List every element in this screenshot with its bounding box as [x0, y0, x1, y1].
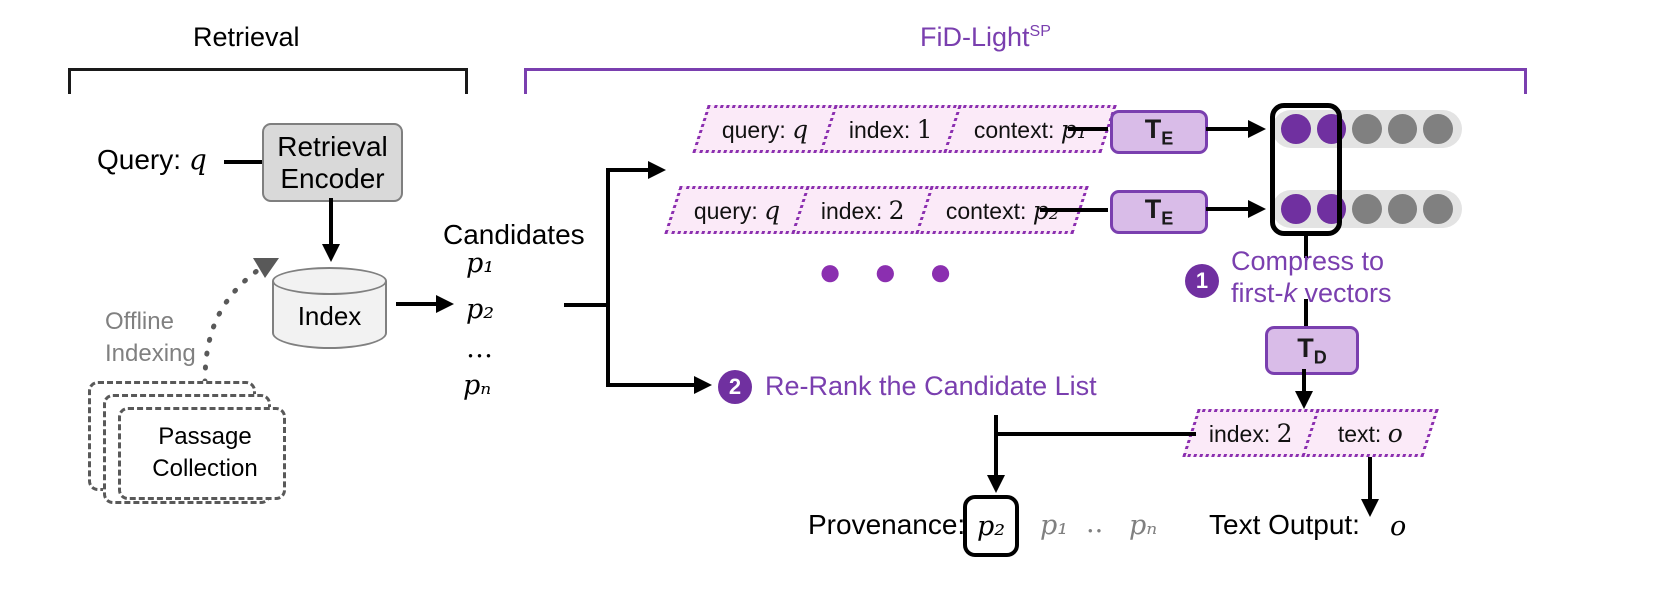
- offline-indexing-dotted-arrow: [202, 258, 279, 385]
- chip-index-1: index: 1: [819, 105, 962, 153]
- vector-dot-gray: [1423, 194, 1453, 224]
- first-k-selection-box: [1270, 103, 1342, 236]
- chip2-to-te-line: [1040, 208, 1108, 212]
- branch-to-inputs-arrow: [606, 161, 666, 179]
- text-output-value: o: [1390, 511, 1407, 542]
- te-label-2: T: [1144, 194, 1162, 225]
- chip-query-2: query: q: [664, 186, 810, 234]
- te-label-1: T: [1144, 114, 1162, 145]
- provenance-selected-value: p₂: [976, 510, 1006, 542]
- chip-context-label-1: context:: [973, 116, 1055, 143]
- provenance-label: Provenance:: [808, 509, 966, 540]
- input-row-1[interactable]: query: q index: 1 context: p₁: [692, 105, 1117, 153]
- cylinder-top: [272, 267, 387, 295]
- candidate-item-1: p₁: [466, 248, 495, 279]
- query-label: Query: q: [97, 143, 207, 176]
- chip-output-text: text: o: [1301, 409, 1439, 457]
- query-symbol: q: [188, 143, 207, 176]
- encoder-te-box-2[interactable]: TE: [1110, 190, 1208, 234]
- chip-index-2: index: 2: [791, 186, 934, 234]
- chip1-to-te-line: [1068, 127, 1108, 131]
- index-label: Index: [297, 301, 362, 331]
- chip-index-value-2: 2: [888, 195, 905, 225]
- passage-collection-label-line2: Collection: [152, 455, 258, 482]
- provenance-down-arrow: [987, 415, 1005, 493]
- fidlight-title-text: FiD-Light: [920, 22, 1030, 52]
- provenance-rest-n: pₙ: [1129, 510, 1158, 541]
- te1-to-vectors-arrow: [1206, 120, 1266, 138]
- provenance-rest-ellipsis: ..: [1086, 508, 1104, 539]
- vector-dot-gray: [1387, 194, 1418, 224]
- step1-line2-pre: first-: [1231, 277, 1284, 308]
- query-label-text: Query:: [97, 144, 182, 175]
- vector-dot-gray: [1352, 194, 1382, 224]
- step-caption-2: Re-Rank the Candidate List: [765, 371, 1097, 401]
- encoder-te-box-1[interactable]: TE: [1110, 110, 1208, 154]
- chip-output-index: index: 2: [1182, 409, 1320, 457]
- chip-query-label-2: query:: [693, 197, 758, 224]
- encoder-to-index-arrow: [322, 198, 340, 262]
- candidate-item-n: pₙ: [463, 370, 492, 401]
- input-row-2[interactable]: query: q index: 2 context: p₂: [664, 186, 1089, 234]
- encoder-label-line2: Encoder: [280, 162, 385, 194]
- step1-line2-em: k: [1283, 277, 1297, 308]
- step1-line2-post: vectors: [1296, 277, 1392, 308]
- td-label: T: [1297, 332, 1314, 363]
- index-to-candidates-arrow: [396, 295, 454, 313]
- chip-context-label-2: context:: [945, 197, 1027, 224]
- diagram-canvas: Retrieval FiD-LightSP Query: q Retrieval…: [0, 0, 1658, 616]
- vector-dot-gray: [1423, 114, 1453, 144]
- te-sub-2: E: [1161, 208, 1174, 229]
- branch-to-rerank-arrow: [606, 376, 712, 394]
- chip-index-value-1: 1: [916, 114, 933, 144]
- output-chip-row[interactable]: index: 2 text: o: [1182, 409, 1439, 457]
- output-to-provenance-line: [996, 432, 1196, 436]
- fidlight-superscript: SP: [1029, 23, 1051, 40]
- chip-query-label-1: query:: [721, 116, 786, 143]
- chip-output-text-label: text:: [1337, 420, 1381, 447]
- chip-query-value-1: q: [792, 114, 809, 144]
- step1-line2: first-k vectors: [1231, 278, 1392, 310]
- step1-line1: Compress to: [1231, 246, 1385, 276]
- candidates-label: Candidates: [443, 219, 585, 250]
- chip-index-label-1: index:: [848, 116, 911, 143]
- text-output-label: Text Output:: [1209, 509, 1360, 540]
- step-badge-2: 2: [718, 370, 752, 404]
- candidates-split-spine: [606, 170, 610, 387]
- te2-to-vectors-arrow: [1206, 200, 1266, 218]
- candidate-item-2: p₂: [466, 294, 495, 325]
- td-to-output-arrow: [1295, 369, 1313, 409]
- provenance-selected-box[interactable]: p₂: [963, 495, 1019, 557]
- offline-indexing-label-line1: Offline: [105, 308, 174, 335]
- vector-dot-gray: [1352, 114, 1382, 144]
- decoder-td-box[interactable]: TD: [1265, 326, 1359, 375]
- index-cylinder[interactable]: Index: [272, 267, 387, 349]
- step-caption-1: Compress to first-k vectors: [1231, 246, 1392, 310]
- td-sub: D: [1313, 347, 1327, 368]
- candidates-split-stem: [564, 303, 610, 307]
- offline-indexing-label-line2: Indexing: [105, 340, 196, 367]
- retrieval-encoder-box[interactable]: Retrieval Encoder: [262, 123, 403, 202]
- fidlight-bracket: [524, 68, 1527, 94]
- chip-query-value-2: q: [764, 195, 781, 225]
- chip-output-index-value: 2: [1276, 418, 1293, 448]
- chip-query-1: query: q: [692, 105, 838, 153]
- section-title-fidlight: FiD-LightSP: [920, 24, 1051, 51]
- candidate-item-ellipsis: …: [466, 333, 493, 364]
- section-title-retrieval: Retrieval: [193, 22, 300, 52]
- chip-output-text-value: o: [1387, 418, 1403, 448]
- encoder-label-line1: Retrieval: [277, 131, 388, 163]
- passage-collection-box[interactable]: Passage Collection: [118, 407, 286, 500]
- passage-collection-label-line1: Passage: [158, 423, 252, 450]
- retrieval-bracket: [68, 68, 468, 94]
- chip-output-index-label: index:: [1209, 420, 1271, 447]
- input-rows-ellipsis: ● ● ●: [818, 250, 963, 294]
- chip-index-label-2: index:: [820, 197, 883, 224]
- text-output-down-arrow: [1361, 457, 1379, 517]
- query-to-encoder-line: [224, 160, 265, 164]
- vector-dot-gray: [1387, 114, 1418, 144]
- te-sub-1: E: [1161, 128, 1174, 149]
- step-badge-1: 1: [1185, 264, 1219, 298]
- provenance-rest-1: p₁: [1040, 510, 1069, 541]
